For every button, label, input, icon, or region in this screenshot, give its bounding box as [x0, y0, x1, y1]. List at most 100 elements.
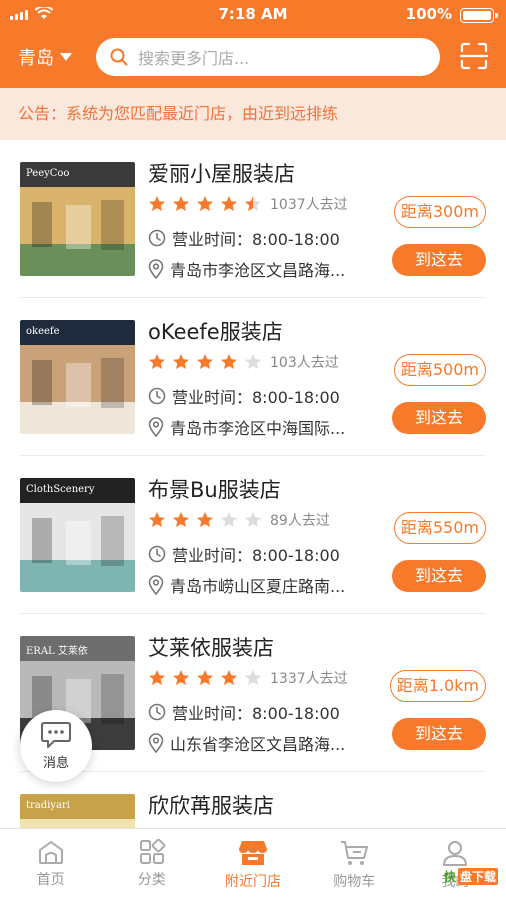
star-icon [197, 354, 213, 369]
clock-icon [148, 387, 166, 405]
business-hours: 营业时间：8:00-18:00 [148, 384, 340, 408]
hours-text: 营业时间：8:00-18:00 [172, 230, 340, 249]
chat-bubble-icon [41, 722, 71, 748]
store-rating: 1337人去过 [148, 668, 348, 688]
star-icon [173, 670, 189, 685]
store-address: 山东省李沧区文昌路海... [148, 731, 345, 755]
star-icon [149, 512, 165, 527]
star-icon [149, 354, 165, 369]
business-hours: 营业时间：8:00-18:00 [148, 226, 340, 250]
watermark-logo: 快 盘下载 [444, 868, 498, 885]
store-item[interactable]: ClothScenery 布景Bu服装店 89人去过 营业时间：8:00-18:… [0, 456, 506, 614]
visit-count: 89人去过 [270, 513, 330, 529]
star-icon [173, 354, 189, 369]
store-rating: 89人去过 [148, 510, 330, 530]
notice-banner: 公告：系统为您匹配最近门店，由近到远排练 [0, 88, 506, 140]
distance-badge: 距离550m [393, 512, 486, 544]
tab-cart[interactable]: 购物车 [304, 829, 405, 900]
store-item[interactable]: tradiyari 欣欣苒服装店 [0, 772, 506, 828]
address-text: 青岛市李沧区中海国际... [170, 419, 346, 438]
star-icon [245, 196, 261, 211]
location-pin-icon [148, 733, 164, 753]
store-sign-text: tradiyari [26, 800, 70, 811]
watermark-a: 快 [443, 870, 456, 884]
visit-count: 103人去过 [270, 355, 339, 371]
business-hours: 营业时间：8:00-18:00 [148, 700, 340, 724]
address-text: 山东省李沧区文昌路海... [170, 735, 346, 754]
city-label: 青岛 [18, 48, 54, 69]
home-icon [38, 841, 63, 864]
go-here-button[interactable]: 到这去 [392, 244, 486, 276]
store-photo: PeeyCoo [20, 162, 135, 276]
star-icon [245, 670, 261, 685]
store-rating: 1037人去过 [148, 194, 348, 214]
header: 青岛 搜索更多门店... [0, 28, 506, 88]
store-photo: ClothScenery [20, 478, 135, 592]
tab-profile[interactable]: 我的 [405, 829, 506, 900]
search-placeholder: 搜索更多门店... [138, 49, 250, 68]
star-icon [221, 354, 237, 369]
location-pin-icon [148, 259, 164, 279]
location-pin-icon [148, 417, 164, 437]
tab-home-label: 首页 [36, 872, 65, 888]
store-name[interactable]: 欣欣苒服装店 [148, 790, 274, 820]
tab-nearby-stores[interactable]: 附近门店 [202, 829, 303, 900]
star-icon [173, 196, 189, 211]
shop-icon [239, 841, 267, 865]
star-icon [149, 670, 165, 685]
scan-icon[interactable] [460, 42, 488, 70]
store-name[interactable]: 爱丽小屋服装店 [148, 158, 295, 188]
store-photo: tradiyari [20, 794, 135, 828]
business-hours: 营业时间：8:00-18:00 [148, 542, 340, 566]
star-icon [245, 354, 261, 369]
store-rating: 103人去过 [148, 352, 339, 372]
star-icon [197, 196, 213, 211]
store-address: 青岛市李沧区中海国际... [148, 415, 345, 439]
hours-text: 营业时间：8:00-18:00 [172, 704, 340, 723]
store-sign-text: PeeyCoo [26, 168, 70, 179]
city-selector[interactable]: 青岛 [18, 44, 72, 70]
clock-icon [148, 545, 166, 563]
store-item[interactable]: PeeyCoo 爱丽小屋服装店 1037人去过 营业时间：8:00-18:00 … [0, 140, 506, 298]
store-address: 青岛市崂山区夏庄路南... [148, 573, 345, 597]
search-icon [110, 48, 128, 66]
tab-category[interactable]: 分类 [101, 829, 202, 900]
go-here-button[interactable]: 到这去 [392, 402, 486, 434]
star-icon [245, 512, 261, 527]
address-text: 青岛市李沧区文昌路海... [170, 261, 346, 280]
store-item[interactable]: okeefe oKeefe服装店 103人去过 营业时间：8:00-18:00 … [0, 298, 506, 456]
store-name[interactable]: 艾莱依服装店 [148, 632, 274, 662]
star-icon [221, 670, 237, 685]
star-icon [197, 512, 213, 527]
tab-home[interactable]: 首页 [0, 829, 101, 900]
star-icon [197, 670, 213, 685]
location-pin-icon [148, 575, 164, 595]
store-name[interactable]: oKeefe服装店 [148, 316, 283, 346]
cart-icon [341, 841, 369, 865]
chevron-down-icon [60, 53, 72, 61]
go-here-button[interactable]: 到这去 [392, 718, 486, 750]
star-icon [149, 196, 165, 211]
status-bar: 7:18 AM 100% [0, 0, 506, 28]
message-button[interactable]: 消息 [20, 710, 92, 782]
clock-icon [148, 229, 166, 247]
distance-badge: 距离300m [393, 196, 486, 228]
store-sign-text: ClothScenery [26, 484, 95, 495]
search-input[interactable]: 搜索更多门店... [96, 38, 440, 76]
star-icon [221, 512, 237, 527]
tab-nearby-label: 附近门店 [225, 874, 281, 890]
watermark-b: 盘下载 [457, 868, 498, 885]
address-text: 青岛市崂山区夏庄路南... [170, 577, 346, 596]
tab-category-label: 分类 [137, 872, 166, 888]
go-here-button[interactable]: 到这去 [392, 560, 486, 592]
tab-cart-label: 购物车 [333, 874, 376, 890]
user-icon [443, 841, 468, 866]
hours-text: 营业时间：8:00-18:00 [172, 388, 340, 407]
visit-count: 1037人去过 [270, 197, 348, 213]
store-address: 青岛市李沧区文昌路海... [148, 257, 345, 281]
store-sign-text: ERAL 艾莱依 [26, 646, 88, 657]
store-name[interactable]: 布景Bu服装店 [148, 474, 281, 504]
distance-badge: 距离500m [393, 354, 486, 386]
tab-bar: 首页 分类 附近门店 购物车 我的 [0, 828, 506, 900]
store-sign-text: okeefe [26, 326, 60, 337]
